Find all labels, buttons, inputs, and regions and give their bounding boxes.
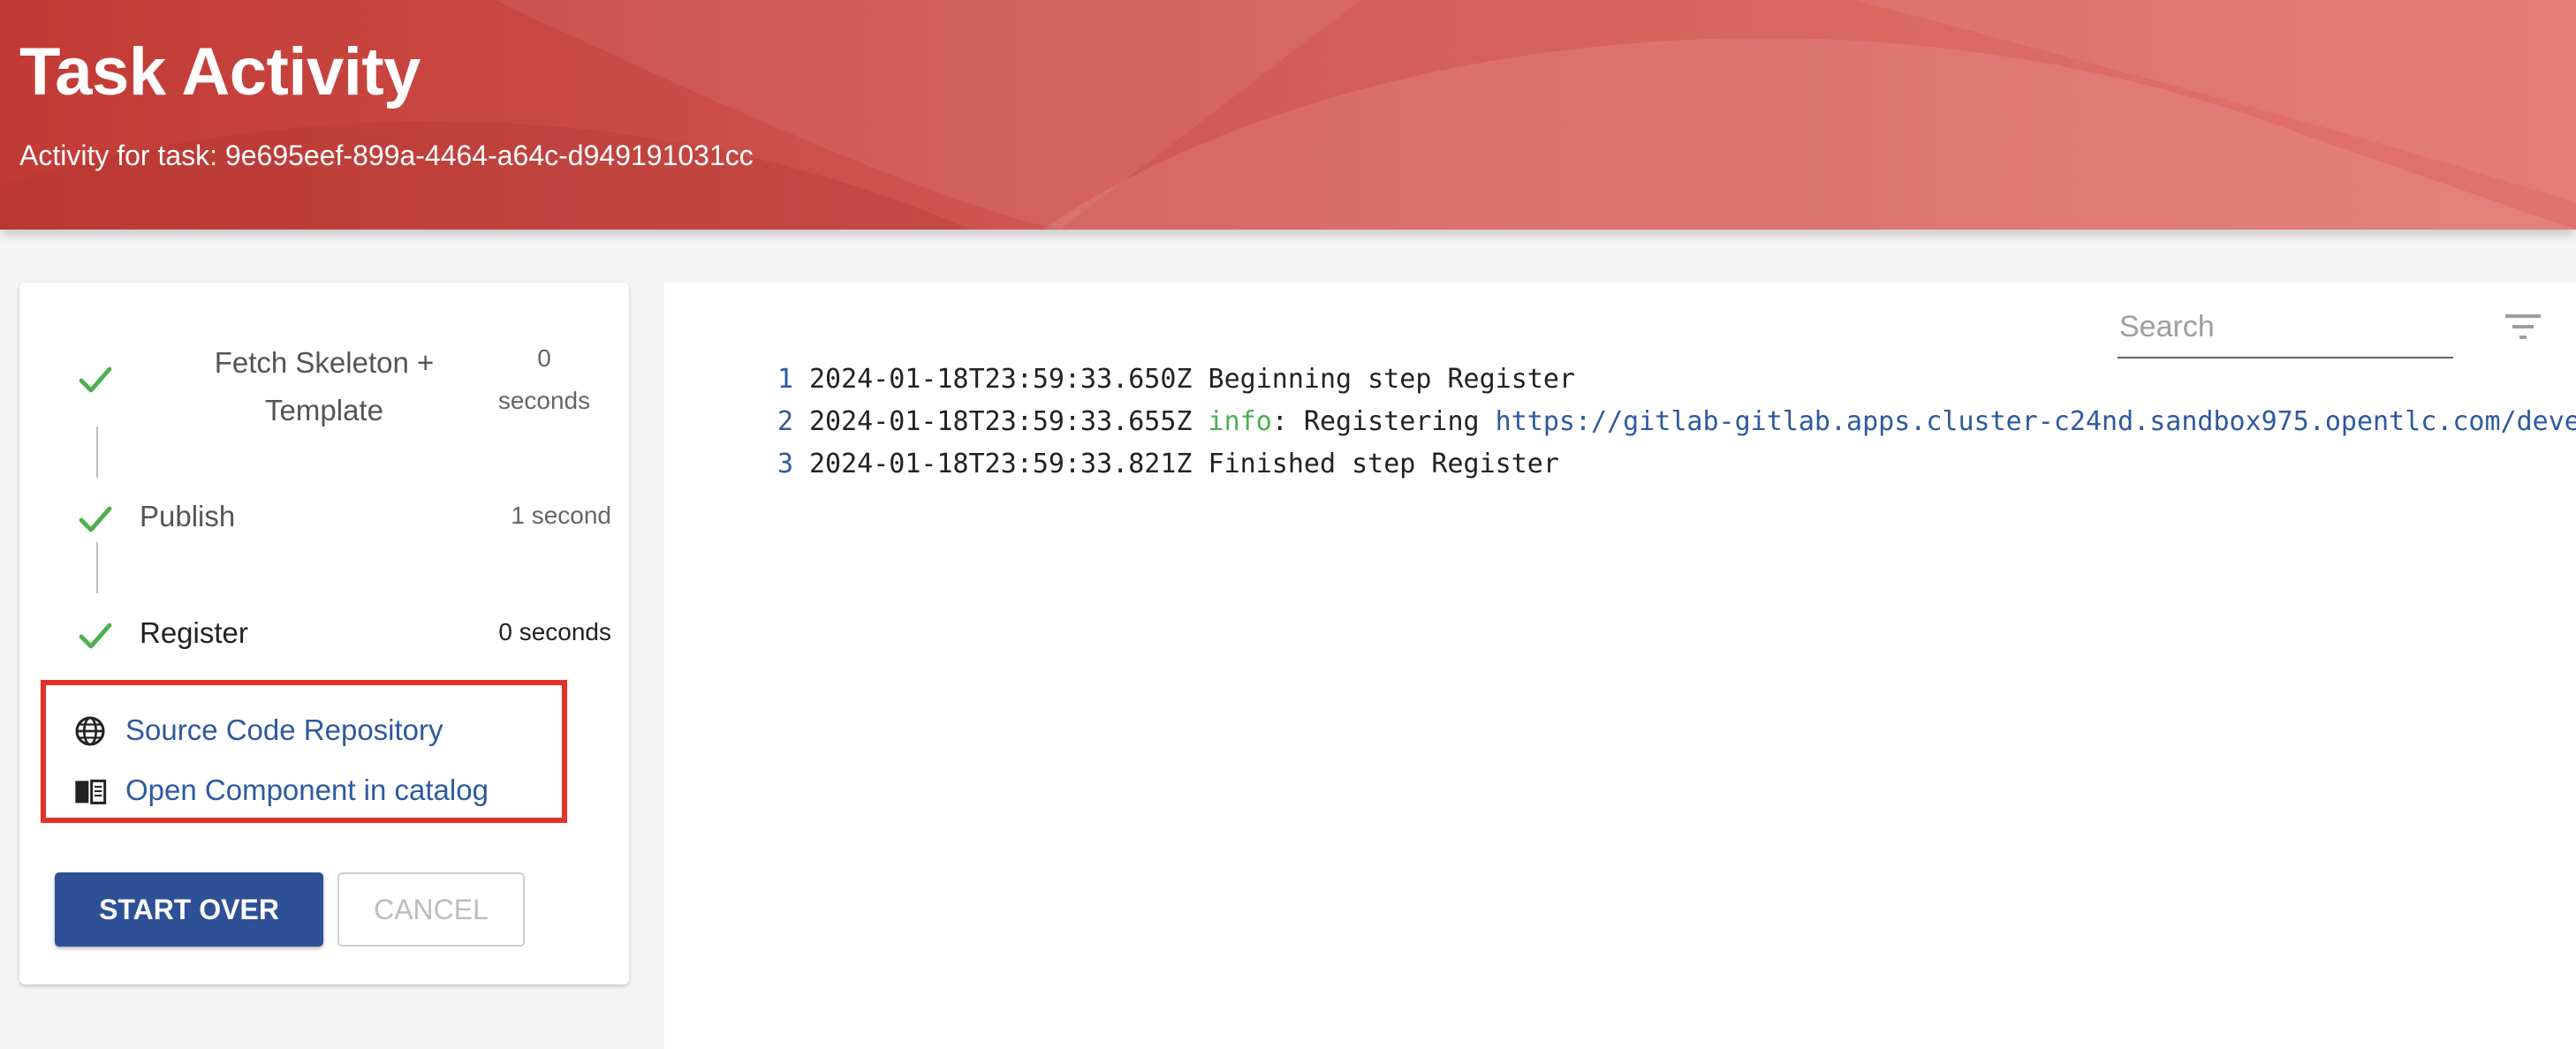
line-content: 2024-01-18T23:59:33.650Z Beginning step …	[809, 364, 1575, 395]
link-label[interactable]: Source Code Repository	[125, 713, 443, 747]
step-duration-line: 0	[537, 344, 551, 372]
check-icon	[79, 623, 112, 649]
step-publish: Publish 1 second	[19, 491, 629, 579]
step-connector	[96, 426, 98, 478]
step-label: Register	[140, 616, 248, 649]
log-message: : Registering	[1271, 406, 1496, 437]
line-number: 1	[777, 364, 793, 395]
start-over-button[interactable]: START OVER	[55, 872, 323, 947]
log-message: Finished step Register	[1208, 449, 1559, 479]
step-label-line: Fetch Skeleton +	[214, 346, 435, 379]
search-input[interactable]	[2118, 300, 2446, 353]
step-label: Fetch Skeleton + Template	[170, 339, 479, 434]
step-duration-line: seconds	[497, 387, 591, 414]
step-duration: 0 seconds	[465, 337, 624, 422]
log-timestamp: 2024-01-18T23:59:33.821Z	[809, 449, 1193, 479]
step-duration: 1 second	[511, 502, 611, 529]
line-number: 3	[777, 449, 793, 479]
log-search	[2118, 300, 2453, 358]
line-content: 2024-01-18T23:59:33.655Z info: Registeri…	[809, 406, 2576, 437]
step-label-line: Template	[265, 394, 383, 426]
step-fetch-skeleton: Fetch Skeleton + Template 0 seconds	[19, 332, 629, 426]
log-viewer: 1 2024-01-18T23:59:33.650Z Beginning ste…	[664, 283, 2576, 1049]
log-timestamp: 2024-01-18T23:59:33.655Z	[809, 406, 1193, 437]
steps-card: Fetch Skeleton + Template 0 seconds Publ…	[19, 283, 629, 985]
cancel-button[interactable]: CANCEL	[337, 872, 525, 947]
line-content: 2024-01-18T23:59:33.821Z Finished step R…	[809, 449, 1559, 479]
step-duration: 0 seconds	[498, 618, 611, 645]
check-icon	[79, 366, 112, 393]
step-label: Publish	[140, 500, 236, 532]
page-title: Task Activity	[19, 34, 420, 109]
log-level: info	[1208, 406, 1272, 437]
step-connector	[96, 542, 98, 593]
page-subtitle: Activity for task: 9e695eef-899a-4464-a6…	[19, 140, 754, 171]
book-icon	[75, 779, 107, 804]
log-timestamp: 2024-01-18T23:59:33.650Z	[809, 364, 1193, 395]
page-header: Task Activity Activity for task: 9e695ee…	[0, 0, 2576, 230]
filter-icon[interactable]	[2502, 309, 2544, 344]
log-message: Beginning step Register	[1208, 364, 1575, 395]
output-links-highlight: Source Code Repository Open Component in…	[41, 680, 567, 823]
line-number: 2	[777, 406, 793, 437]
link-label[interactable]: Open Component in catalog	[125, 774, 489, 807]
log-url-link[interactable]: https://gitlab-gitlab.apps.cluster-c24nd…	[1496, 406, 2576, 437]
globe-icon	[75, 716, 105, 746]
check-icon	[79, 506, 112, 532]
